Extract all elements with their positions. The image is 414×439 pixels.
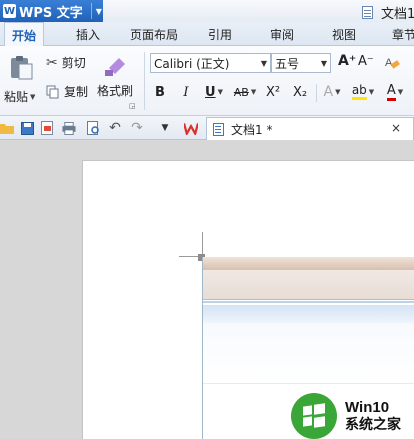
paste-button[interactable]: 粘贴 ▼ [4, 52, 38, 110]
save-icon[interactable] [20, 121, 34, 135]
cut-button[interactable]: ✂ 剪切 [46, 54, 86, 71]
font-color-button[interactable]: A ▼ [380, 82, 410, 102]
font-name-dropdown-icon[interactable]: ▼ [261, 59, 267, 68]
margin-corner-mark-vertical [202, 232, 203, 256]
copy-icon [46, 85, 59, 98]
quick-access-toolbar: ↶ ↷ ▼ 文档1 * × [0, 116, 414, 140]
shrink-font-button[interactable]: A⁻ [358, 54, 374, 69]
ribbon-group-divider [144, 52, 145, 110]
text-effect-dropdown-icon[interactable]: ▼ [335, 88, 340, 96]
copy-label: 复制 [64, 85, 89, 99]
tab-insert[interactable]: 插入 [68, 22, 108, 46]
app-menu-button[interactable]: W WPS 文字 ▼ [0, 0, 103, 22]
tab-page-layout[interactable]: 页面布局 [124, 22, 184, 46]
subscript-button[interactable]: X₂ [290, 82, 310, 102]
clipboard-icon [11, 56, 33, 80]
font-size-combo[interactable]: 五号 ▼ [271, 53, 331, 73]
paintbrush-icon [105, 58, 125, 76]
watermark: Win10 系统之家 [291, 393, 401, 439]
window-title: 文档1 [362, 3, 414, 22]
export-pdf-icon[interactable] [40, 121, 54, 135]
dialog-launcher-icon[interactable]: ◲ [129, 102, 136, 110]
app-name: WPS 文字 [19, 5, 83, 21]
document-icon [362, 6, 373, 19]
watermark-text: Win10 系统之家 [345, 399, 401, 433]
highlight-button[interactable]: ab ▼ [348, 82, 378, 102]
print-preview-icon[interactable] [86, 121, 100, 135]
bold-button[interactable]: B [152, 82, 168, 102]
paste-label: 粘贴 [4, 90, 29, 104]
strikethrough-dropdown-icon[interactable]: ▼ [251, 88, 256, 96]
watermark-line1: Win10 [345, 399, 390, 416]
image-line [203, 301, 414, 303]
customize-toolbar-dropdown-icon[interactable]: ▼ [158, 121, 172, 135]
grow-font-button[interactable]: A⁺ [338, 53, 356, 69]
tab-review[interactable]: 审阅 [262, 22, 302, 46]
open-folder-icon[interactable] [0, 121, 14, 135]
wps-logo-icon: W [3, 4, 16, 18]
highlight-glyph: ab [351, 84, 367, 100]
tab-chapter[interactable]: 章节 [384, 22, 414, 46]
strikethrough-glyph: AB [233, 85, 249, 99]
image-body [203, 323, 414, 383]
image-band [203, 270, 414, 300]
text-effect-glyph: A [323, 84, 334, 100]
ribbon-home: 粘贴 ▼ ✂ 剪切 复制 格式刷 ◲ Calibri (正文) ▼ 五号 ▼ A… [0, 46, 414, 116]
tab-home[interactable]: 开始 [4, 22, 44, 47]
font-color-dropdown-icon[interactable]: ▼ [398, 88, 403, 96]
format-painter-button[interactable]: 格式刷 ◲ [96, 52, 136, 110]
windows-logo-icon [291, 393, 337, 439]
close-tab-icon[interactable]: × [391, 121, 401, 135]
tab-view[interactable]: 视图 [324, 22, 364, 46]
font-name-value: Calibri (正文) [154, 56, 230, 71]
title-bar: W WPS 文字 ▼ 文档1 [0, 0, 414, 22]
format-divider [316, 84, 317, 102]
document-tab-icon [213, 122, 224, 136]
scissors-icon: ✂ [46, 54, 58, 71]
watermark-line2: 系统之家 [345, 416, 401, 432]
image-separator [203, 383, 414, 384]
font-color-glyph: A [386, 83, 396, 101]
italic-button[interactable]: I [178, 82, 194, 102]
redo-icon[interactable]: ↷ [130, 120, 144, 136]
paste-dropdown-icon[interactable]: ▼ [30, 93, 35, 101]
document-tab[interactable]: 文档1 * × [206, 117, 414, 140]
font-size-dropdown-icon[interactable]: ▼ [321, 59, 327, 68]
font-size-value: 五号 [275, 56, 300, 71]
app-menu-caret-icon[interactable]: ▼ [96, 7, 102, 16]
image-toolbar-strip [203, 305, 414, 323]
strikethrough-button[interactable]: AB ▼ [230, 82, 260, 102]
print-icon[interactable] [62, 121, 76, 135]
underline-dropdown-icon[interactable]: ▼ [218, 88, 223, 96]
underline-glyph: U [205, 84, 216, 100]
undo-icon[interactable]: ↶ [108, 120, 122, 136]
text-effect-button[interactable]: A ▼ [320, 82, 344, 102]
tab-references[interactable]: 引用 [200, 22, 240, 46]
clear-format-icon[interactable]: A [384, 54, 400, 70]
image-top-strip [203, 257, 414, 270]
superscript-button[interactable]: X² [264, 82, 282, 102]
window-title-text: 文档1 [381, 7, 414, 22]
font-name-combo[interactable]: Calibri (正文) ▼ [150, 53, 271, 73]
app-menu-divider [90, 3, 92, 19]
cut-label: 剪切 [61, 56, 86, 70]
underline-button[interactable]: U ▼ [201, 82, 227, 102]
highlight-dropdown-icon[interactable]: ▼ [369, 88, 374, 96]
copy-button[interactable]: 复制 [46, 83, 88, 100]
wps-w-logo-icon[interactable] [184, 121, 198, 135]
svg-text:A: A [385, 57, 393, 69]
format-painter-label: 格式刷 [97, 84, 134, 98]
ribbon-tab-bar: 开始 插入 页面布局 引用 审阅 视图 章节 [0, 22, 414, 47]
document-tab-label: 文档1 * [231, 122, 273, 137]
